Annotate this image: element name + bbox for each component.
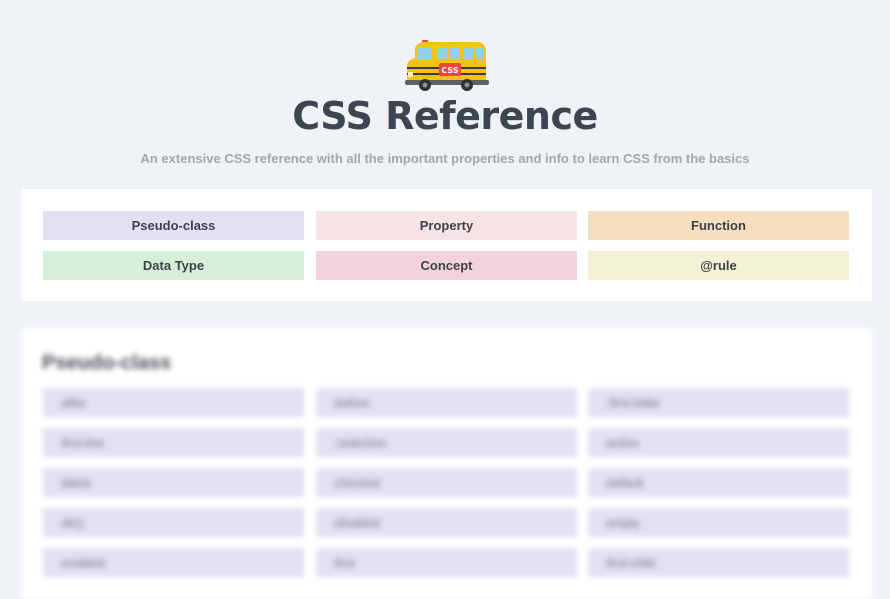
legend-label: Function	[691, 218, 746, 233]
item-label: :empty	[604, 515, 641, 530]
legend-label: Data Type	[142, 258, 205, 273]
reference-item[interactable]: :dir()	[43, 508, 304, 537]
item-label: :enabled	[59, 555, 106, 570]
logo-badge-text: CSS	[441, 66, 458, 75]
legend-concept[interactable]: Concept	[316, 251, 577, 280]
item-label: :first-child	[604, 555, 656, 570]
legend-label: Property	[419, 218, 474, 233]
page-title: CSS Reference	[292, 94, 598, 138]
reference-item[interactable]: :blank	[43, 468, 304, 497]
legend-label: Pseudo-class	[131, 218, 216, 233]
item-label: :default	[604, 475, 644, 490]
reference-item[interactable]: :default	[588, 468, 849, 497]
legend-data-type[interactable]: Data Type	[43, 251, 304, 280]
item-label: :blank	[59, 475, 92, 490]
reference-item[interactable]: :first-child	[588, 548, 849, 577]
reference-item[interactable]: :first-line	[43, 428, 304, 457]
reference-item[interactable]: ::first-letter	[588, 388, 849, 417]
item-label: ::selection	[332, 435, 387, 450]
reference-item[interactable]: ::selection	[316, 428, 577, 457]
pseudo-class-section: Pseudo-class :after :before ::first-lett…	[21, 329, 872, 599]
item-label: :active	[604, 435, 639, 450]
item-label: :first	[332, 555, 355, 570]
reference-item[interactable]: :enabled	[43, 548, 304, 577]
item-label: :disabled	[332, 515, 381, 530]
reference-item[interactable]: :before	[316, 388, 577, 417]
item-label: :dir()	[59, 515, 84, 530]
school-bus-icon: CSS	[405, 38, 489, 92]
legend-at-rule[interactable]: @rule	[588, 251, 849, 280]
reference-item[interactable]: :active	[588, 428, 849, 457]
reference-item[interactable]: :first	[316, 548, 577, 577]
legend-label: @rule	[700, 258, 737, 273]
section-title: Pseudo-class	[42, 352, 171, 374]
reference-item[interactable]: :disabled	[316, 508, 577, 537]
legend-property[interactable]: Property	[316, 211, 577, 240]
item-label: ::first-letter	[604, 395, 661, 410]
page-subtitle: An extensive CSS reference with all the …	[140, 151, 750, 166]
reference-item[interactable]: :after	[43, 388, 304, 417]
item-label: :before	[332, 395, 370, 410]
legend-label: Concept	[420, 258, 473, 273]
item-label: :checked	[332, 475, 381, 490]
reference-item[interactable]: :checked	[316, 468, 577, 497]
reference-item[interactable]: :empty	[588, 508, 849, 537]
category-legend: Pseudo-class Property Function Data Type…	[21, 189, 872, 301]
legend-function[interactable]: Function	[588, 211, 849, 240]
legend-pseudo-class[interactable]: Pseudo-class	[43, 211, 304, 240]
item-label: :first-line	[59, 435, 105, 450]
item-label: :after	[59, 395, 87, 410]
